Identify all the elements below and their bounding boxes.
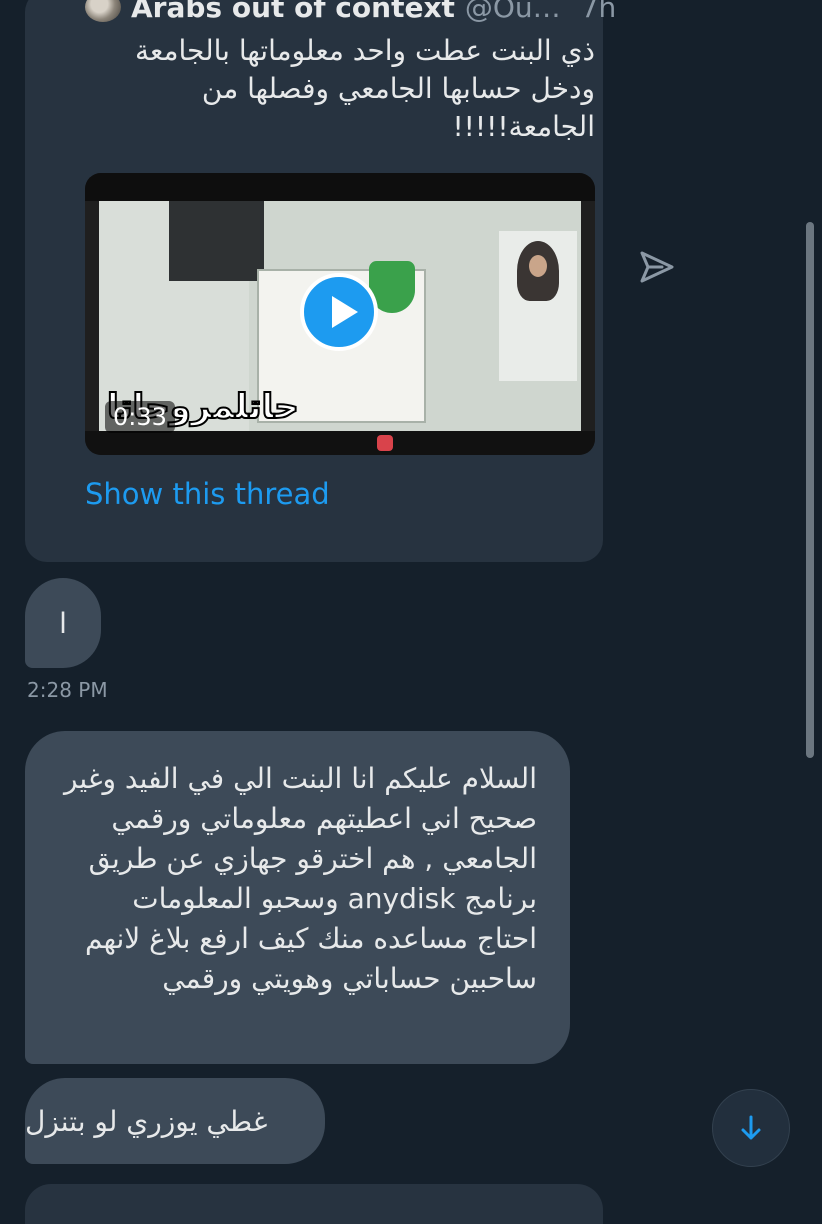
scroll-to-bottom-button[interactable] [712, 1089, 790, 1167]
play-icon[interactable] [300, 273, 378, 351]
video-frame-titlebar [85, 173, 595, 201]
message-text: ا [59, 606, 67, 640]
message-bubble-partial [25, 1184, 603, 1224]
video-frame-face [529, 255, 547, 277]
message-text: غطي يوزري لو بتنزل [25, 1104, 268, 1138]
scrollbar[interactable] [806, 222, 814, 758]
tweet-text: ذي البنت عطت واحد معلوماتها بالجامعة ودخ… [134, 34, 595, 143]
message-bubble[interactable]: غطي يوزري لو بتنزل [25, 1078, 325, 1164]
message-bubble[interactable]: السلام عليكم انا البنت الي في الفيد وغير… [25, 731, 570, 1064]
video-frame-profile [499, 231, 577, 381]
video-frame-dropdown [169, 201, 264, 281]
message-bubble[interactable]: ا [25, 578, 101, 668]
tweet-time: 7h [580, 0, 617, 24]
video-frame-toolbar [85, 431, 595, 455]
avatar[interactable] [85, 0, 121, 22]
record-icon [377, 435, 393, 451]
video-duration: 0:33 [105, 401, 175, 433]
shared-tweet-card[interactable]: Arabs out of context @Ou… 7h ذي البنت عط… [25, 0, 616, 562]
tweet-header: Arabs out of context @Ou… 7h [85, 0, 616, 24]
share-icon[interactable] [636, 247, 676, 287]
video-thumbnail[interactable]: حاتلمروحاتا 0:33 [85, 173, 595, 455]
tweet-author[interactable]: Arabs out of context [131, 0, 455, 24]
message-text: السلام عليكم انا البنت الي في الفيد وغير… [63, 762, 537, 995]
arrow-down-icon [741, 1115, 761, 1140]
tweet-handle: @Ou… [464, 0, 561, 24]
message-timestamp: 2:28 PM [27, 678, 108, 702]
show-thread-link[interactable]: Show this thread [85, 477, 330, 511]
